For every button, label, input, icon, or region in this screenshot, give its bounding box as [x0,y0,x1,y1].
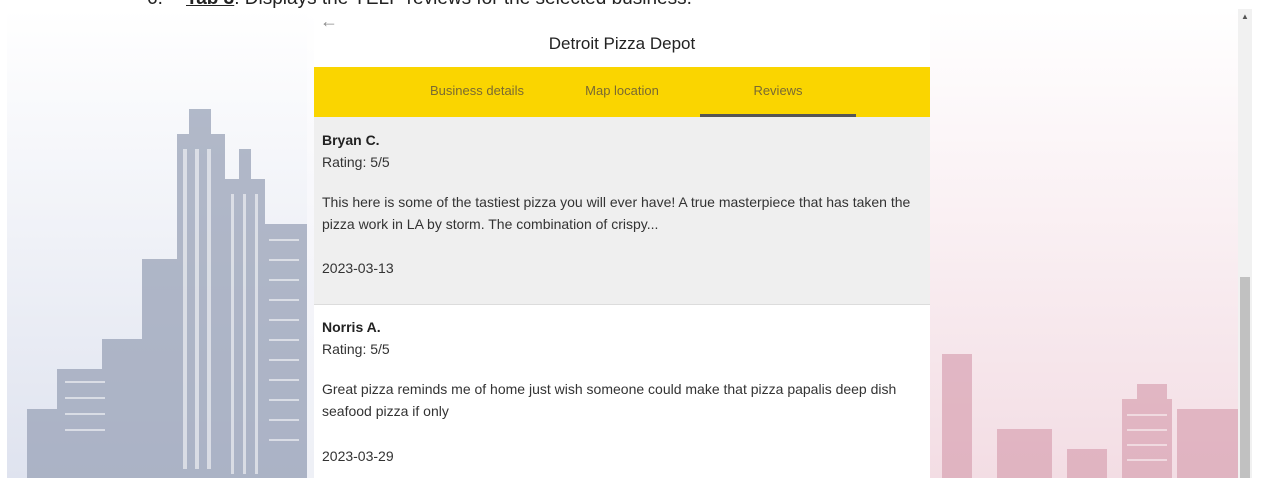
caption-description: : Displays the YELP reviews for the sele… [234,0,692,9]
business-title: Detroit Pizza Depot [548,34,696,53]
reviewer-name: Bryan C. [322,132,380,148]
tab-reviews[interactable]: Reviews [700,67,856,117]
review-rating: Rating: 5/5 [322,154,390,170]
review-date: 2023-03-29 [322,448,394,464]
document-caption: 6. Tab 3: Displays the YELP reviews for … [0,0,1263,9]
caption-number: 6. [147,0,163,9]
review-card[interactable]: Norris A. Rating: 5/5 Great pizza remind… [314,305,930,478]
review-text: This here is some of the tastiest pizza … [322,194,911,232]
business-detail-panel: ← Detroit Pizza Depot Business details M… [314,9,930,478]
scroll-up-arrow-icon[interactable]: ▲ [1238,11,1252,23]
vertical-scrollbar[interactable]: ▲ [1238,9,1252,478]
tab-bar: Business details Map location Reviews [314,67,930,117]
tab-map-location[interactable]: Map location [544,67,700,117]
reviewer-name: Norris A. [322,319,381,335]
review-rating: Rating: 5/5 [322,341,390,357]
caption-tab-label: Tab 3 [186,0,234,9]
caption-text: Tab 3: Displays the YELP reviews for the… [186,0,692,9]
review-text: Great pizza reminds me of home just wish… [322,381,897,419]
scroll-thumb[interactable] [1240,277,1250,478]
review-card[interactable]: Bryan C. Rating: 5/5 This here is some o… [314,117,930,305]
app-viewport: ← Detroit Pizza Depot Business details M… [7,9,1238,478]
back-arrow-icon[interactable]: ← [320,9,338,33]
tab-business-details[interactable]: Business details [399,67,555,117]
review-date: 2023-03-13 [322,260,394,276]
